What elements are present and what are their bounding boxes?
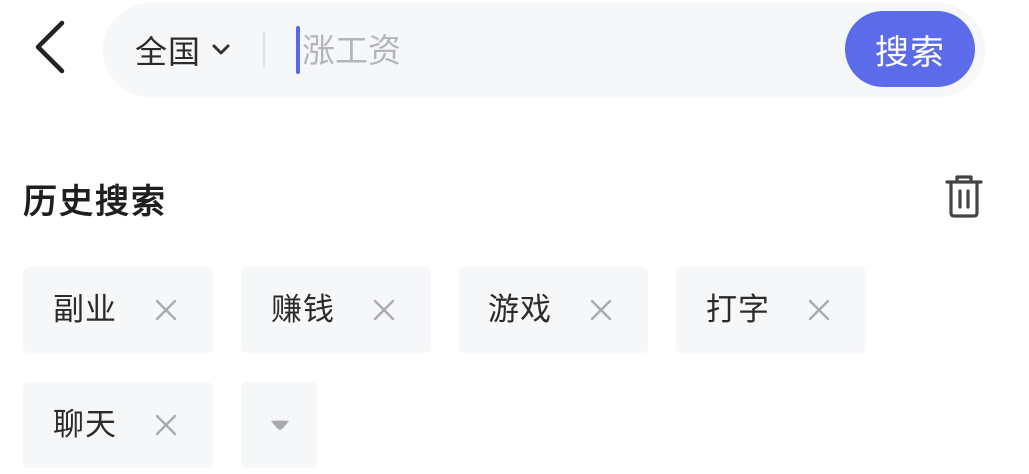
caret-down-icon [269, 416, 291, 435]
search-button-label: 搜索 [875, 32, 945, 73]
history-tag-label: 游戏 [488, 292, 552, 328]
search-bar: 全国 搜索 [103, 3, 985, 97]
history-tag[interactable]: 游戏 [458, 267, 648, 353]
history-tag[interactable]: 赚钱 [241, 267, 431, 353]
close-icon[interactable] [806, 297, 832, 323]
chevron-left-icon [33, 20, 67, 78]
history-tag-label: 副业 [53, 292, 117, 328]
history-tag-label: 赚钱 [271, 292, 335, 328]
close-icon[interactable] [153, 297, 179, 323]
search-input-wrapper [296, 3, 836, 97]
close-icon[interactable] [153, 412, 179, 438]
region-label: 全国 [135, 33, 202, 71]
history-tag[interactable]: 聊天 [23, 382, 213, 468]
close-icon[interactable] [588, 297, 614, 323]
history-tag-label: 聊天 [53, 407, 117, 443]
trash-icon [944, 173, 984, 223]
clear-history-button[interactable] [938, 170, 990, 226]
region-selector[interactable]: 全国 [135, 3, 231, 97]
region-divider [263, 32, 265, 68]
history-tag[interactable]: 打字 [676, 267, 866, 353]
chevron-down-icon [211, 43, 231, 57]
close-icon[interactable] [371, 297, 397, 323]
text-caret [296, 26, 300, 74]
history-tag-label: 打字 [706, 292, 770, 328]
back-button[interactable] [22, 18, 78, 80]
history-title: 历史搜索 [23, 182, 167, 222]
expand-history-button[interactable] [241, 382, 318, 468]
history-tag[interactable]: 副业 [23, 267, 213, 353]
search-button[interactable]: 搜索 [845, 11, 975, 87]
search-input[interactable] [302, 30, 802, 70]
